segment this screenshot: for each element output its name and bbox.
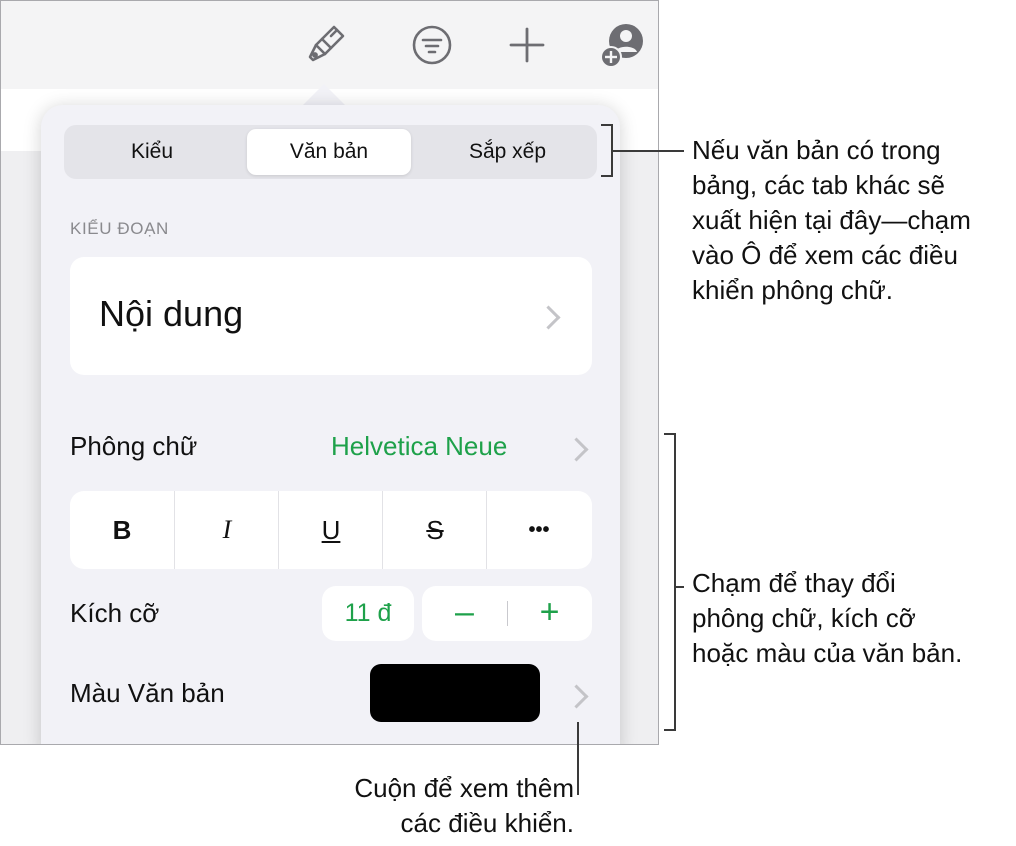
plus-icon[interactable] (503, 21, 551, 69)
callout-bracket (601, 175, 613, 177)
chevron-right-icon[interactable] (564, 684, 589, 709)
toolbar (1, 1, 658, 90)
callout-line-text: hoặc màu của văn bản. (692, 638, 963, 668)
paragraph-style-header: KIỂU ĐOẠN (70, 219, 169, 238)
callout-bracket (664, 729, 676, 731)
font-label: Phông chữ (70, 431, 198, 461)
callout-line (674, 586, 684, 588)
text-color-label: Màu Văn bản (70, 678, 225, 708)
paintbrush-icon[interactable] (301, 21, 349, 69)
tab-text[interactable]: Văn bản (247, 129, 411, 175)
paragraph-style-value: Nội dung (99, 293, 244, 334)
callout-line (577, 722, 579, 795)
callout-line-text: các điều khiển. (400, 808, 574, 838)
chevron-right-icon[interactable] (564, 437, 589, 462)
italic-button[interactable]: I (175, 491, 279, 569)
callout-line-text: xuất hiện tại đây—chạm (692, 205, 971, 235)
bold-button[interactable]: B (70, 491, 174, 569)
collaborate-icon[interactable] (599, 21, 647, 69)
callout-line-text: vào Ô để xem các điều (692, 240, 958, 270)
filter-icon[interactable] (408, 21, 456, 69)
font-value[interactable]: Helvetica Neue (331, 431, 507, 462)
size-value-field[interactable]: 11 đ (322, 586, 414, 641)
callout-line-text: Cuộn để xem thêm (354, 773, 574, 803)
text-style-buttons: B I U S ••• (70, 491, 592, 569)
popover-arrow (302, 84, 346, 106)
callout-line (611, 150, 684, 152)
text-color-swatch[interactable] (370, 664, 540, 722)
underline-button[interactable]: U (279, 491, 383, 569)
strikethrough-button[interactable]: S (383, 491, 487, 569)
callout-bracket (674, 433, 676, 731)
callout-scroll: Cuộn để xem thêm các điều khiển. (354, 771, 574, 841)
more-options-button[interactable]: ••• (487, 491, 591, 569)
callout-font-controls: Chạm để thay đổi phông chữ, kích cỡ hoặc… (692, 566, 962, 671)
app-window: Kiểu Văn bản Sắp xếp KIỂU ĐOẠN Nội dung … (0, 0, 659, 745)
decrease-size-button[interactable]: – (422, 586, 507, 641)
format-popover: Kiểu Văn bản Sắp xếp KIỂU ĐOẠN Nội dung … (41, 105, 620, 744)
callout-line-text: Chạm để thay đổi (692, 568, 896, 598)
size-value: 11 đ (344, 599, 392, 627)
callout-line-text: phông chữ, kích cỡ (692, 603, 916, 633)
callout-tabs: Nếu văn bản có trong bảng, các tab khác … (692, 133, 971, 308)
chevron-right-icon (536, 305, 561, 330)
tab-style[interactable]: Kiểu (70, 129, 234, 175)
format-tabs: Kiểu Văn bản Sắp xếp (64, 125, 597, 179)
callout-line-text: Nếu văn bản có trong (692, 135, 941, 165)
paragraph-style-row[interactable]: Nội dung (70, 257, 592, 375)
size-stepper: – + (422, 586, 592, 641)
tab-arrange[interactable]: Sắp xếp (424, 129, 591, 175)
size-label: Kích cỡ (70, 598, 160, 628)
callout-line-text: khiển phông chữ. (692, 275, 893, 305)
increase-size-button[interactable]: + (507, 586, 592, 641)
callout-line-text: bảng, các tab khác sẽ (692, 170, 945, 200)
